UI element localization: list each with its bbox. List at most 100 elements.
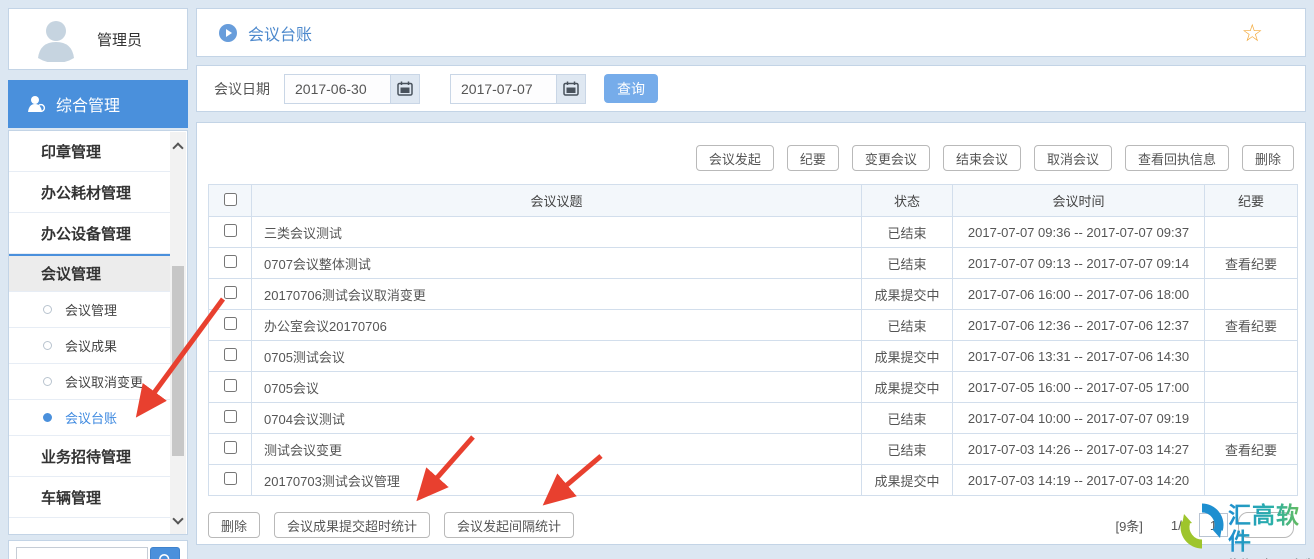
table-toolbar: 会议发起纪要变更会议结束会议取消会议查看回执信息删除 [696,145,1294,171]
minutes-cell: 查看纪要 [1205,310,1298,341]
status-cell: 成果提交中 [862,341,953,372]
date-to-calendar-button[interactable] [556,74,586,104]
logo-swirl-icon [1178,502,1226,550]
row-checkbox[interactable] [224,472,237,485]
row-checkbox[interactable] [224,379,237,392]
meeting-time-cell: 2017-07-03 14:19 -- 2017-07-03 14:20 [953,465,1205,496]
sidebar-item-2[interactable]: 办公设备管理 [9,213,171,254]
section-arrow-icon [219,24,237,42]
meeting-time-cell: 2017-07-07 09:36 -- 2017-07-07 09:37 [953,217,1205,248]
sidebar-item-1[interactable]: 办公耗材管理 [9,172,171,213]
toolbar-button-4[interactable]: 取消会议 [1034,145,1112,171]
minutes-cell [1205,372,1298,403]
status-cell: 成果提交中 [862,279,953,310]
row-checkbox[interactable] [224,317,237,330]
minutes-cell [1205,217,1298,248]
minutes-cell [1205,279,1298,310]
sidebar-search [8,540,188,559]
meeting-time-cell: 2017-07-07 09:13 -- 2017-07-07 09:14 [953,248,1205,279]
search-button[interactable] [150,547,180,559]
select-all-checkbox[interactable] [224,193,237,206]
toolbar-button-3[interactable]: 结束会议 [943,145,1021,171]
filter-bar: 会议日期 查询 [196,65,1306,112]
query-button[interactable]: 查询 [604,74,658,103]
row-checkbox[interactable] [224,410,237,423]
sidebar-item-8[interactable]: 业务招待管理 [9,436,171,477]
sidebar-section-header[interactable]: 综合管理 [8,80,188,128]
toolbar-button-5[interactable]: 查看回执信息 [1125,145,1229,171]
view-minutes-link[interactable]: 查看纪要 [1225,443,1277,458]
row-checkbox[interactable] [224,286,237,299]
toolbar-button-2[interactable]: 变更会议 [852,145,930,171]
sidebar-item-label: 会议管理 [65,300,117,319]
toolbar-button-1[interactable]: 纪要 [787,145,839,171]
view-minutes-link[interactable]: 查看纪要 [1225,319,1277,334]
date-to-input[interactable] [450,74,556,104]
sidebar-item-5[interactable]: 会议成果 [9,328,171,364]
row-checkbox[interactable] [224,255,237,268]
sidebar-item-4[interactable]: 会议管理 [9,292,171,328]
sidebar-item-label: 会议取消变更 [65,372,143,391]
table-row[interactable]: 0707会议整体测试已结束2017-07-07 09:13 -- 2017-07… [209,248,1298,279]
minutes-cell: 查看纪要 [1205,434,1298,465]
status-cell: 已结束 [862,217,953,248]
view-minutes-link[interactable]: 查看纪要 [1225,257,1277,272]
meeting-topic-cell: 20170706测试会议取消变更 [252,279,862,310]
status-cell: 已结束 [862,403,953,434]
minutes-cell: 查看纪要 [1205,248,1298,279]
menu-search-input[interactable] [16,547,148,559]
page-title: 会议台账 [248,21,312,45]
sidebar-scrollbar[interactable] [170,132,186,535]
meeting-time-cell: 2017-07-06 12:36 -- 2017-07-06 12:37 [953,310,1205,341]
sidebar-item-6[interactable]: 会议取消变更 [9,364,171,400]
sidebar-item-label: 会议管理 [41,263,101,284]
sidebar-item-9[interactable]: 车辆管理 [9,477,171,518]
date-from-input[interactable] [284,74,390,104]
status-cell: 已结束 [862,248,953,279]
radio-icon [43,377,52,386]
status-cell: 已结束 [862,310,953,341]
table-row[interactable]: 20170703测试会议管理成果提交中2017-07-03 14:19 -- 2… [209,465,1298,496]
column-status: 状态 [862,185,953,217]
meeting-topic-cell: 0705会议 [252,372,862,403]
footer-button-2[interactable]: 会议发起间隔统计 [444,512,574,538]
radio-icon [43,341,52,350]
footer-button-0[interactable]: 删除 [208,512,260,538]
meeting-time-cell: 2017-07-03 14:26 -- 2017-07-03 14:27 [953,434,1205,465]
calendar-icon [563,81,579,96]
sidebar-item-label: 会议台账 [65,408,117,427]
status-cell: 成果提交中 [862,372,953,403]
table-row[interactable]: 三类会议测试已结束2017-07-07 09:36 -- 2017-07-07 … [209,217,1298,248]
sidebar-item-0[interactable]: 印章管理 [9,131,171,172]
row-checkbox[interactable] [224,224,237,237]
table-row[interactable]: 20170706测试会议取消变更成果提交中2017-07-06 16:00 --… [209,279,1298,310]
meeting-topic-cell: 0704会议测试 [252,403,862,434]
scroll-down-icon[interactable] [172,513,183,524]
toolbar-button-6[interactable]: 删除 [1242,145,1294,171]
avatar [33,16,79,62]
scrollbar-thumb[interactable] [172,266,184,456]
sidebar-item-label: 办公设备管理 [41,223,131,244]
table-row[interactable]: 0704会议测试已结束2017-07-04 10:00 -- 2017-07-0… [209,403,1298,434]
footer-button-1[interactable]: 会议成果提交超时统计 [274,512,430,538]
favorite-star-icon[interactable]: ☆ [1241,19,1263,48]
table-row[interactable]: 0705会议成果提交中2017-07-05 16:00 -- 2017-07-0… [209,372,1298,403]
row-checkbox[interactable] [224,348,237,361]
scroll-up-icon[interactable] [172,142,183,153]
table-row[interactable]: 0705测试会议成果提交中2017-07-06 13:31 -- 2017-07… [209,341,1298,372]
radio-icon [43,305,52,314]
row-checkbox[interactable] [224,441,237,454]
date-from-calendar-button[interactable] [390,74,420,104]
minutes-cell [1205,465,1298,496]
minutes-cell [1205,403,1298,434]
meeting-time-cell: 2017-07-04 10:00 -- 2017-07-07 09:19 [953,403,1205,434]
table-row[interactable]: 测试会议变更已结束2017-07-03 14:26 -- 2017-07-03 … [209,434,1298,465]
status-cell: 成果提交中 [862,465,953,496]
toolbar-button-0[interactable]: 会议发起 [696,145,774,171]
table-row[interactable]: 办公室会议20170706已结束2017-07-06 12:36 -- 2017… [209,310,1298,341]
sidebar-item-7[interactable]: 会议台账 [9,400,171,436]
sidebar-item-3[interactable]: 会议管理 [9,254,171,292]
column-minutes: 纪要 [1205,185,1298,217]
title-bar: 会议台账 ☆ [196,8,1306,57]
sidebar-item-label: 业务招待管理 [41,446,131,467]
